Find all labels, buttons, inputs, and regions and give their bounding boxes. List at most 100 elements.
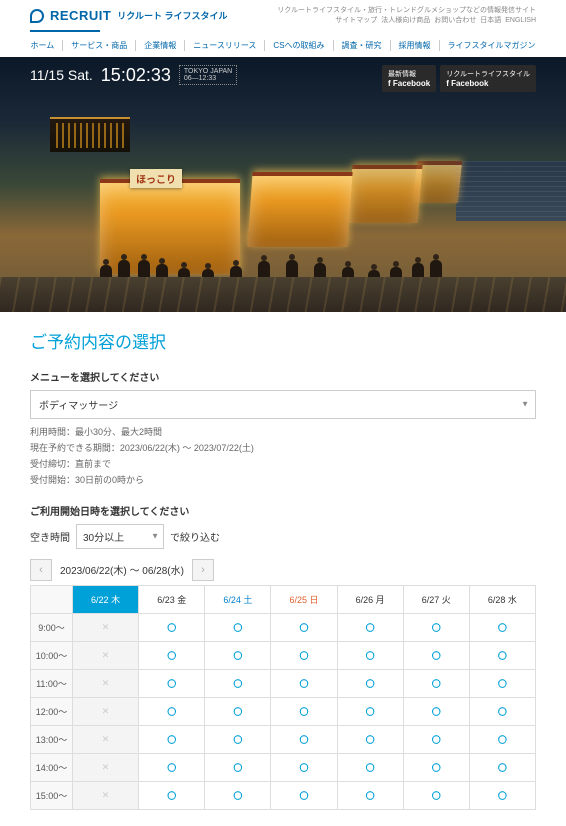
slot-available[interactable]: 〇 [271, 725, 337, 753]
slot-available[interactable]: 〇 [403, 725, 469, 753]
day-header[interactable]: 6/25 日 [271, 585, 337, 613]
nav-item[interactable]: サービス・商品 [63, 40, 136, 51]
slot-available[interactable]: 〇 [337, 669, 403, 697]
chevron-down-icon: ▼ [151, 532, 159, 541]
slot-available[interactable]: 〇 [403, 781, 469, 809]
slot-available[interactable]: 〇 [139, 669, 205, 697]
slot-unavailable: ✕ [73, 781, 139, 809]
nav-item[interactable]: 企業情報 [136, 40, 185, 51]
logo[interactable]: RECRUIT リクルート ライフスタイル [30, 8, 228, 23]
time-label: 11:00～ [31, 669, 73, 697]
utility-link[interactable]: 法人様向け商品 [381, 17, 430, 24]
date-range: 2023/06/22(木) ～ 06/28(水) [56, 562, 188, 577]
prev-week-button[interactable]: ‹ [30, 559, 52, 581]
slot-available[interactable]: 〇 [403, 669, 469, 697]
recruit-logo-icon [30, 9, 44, 23]
slot-available[interactable]: 〇 [205, 697, 271, 725]
nav-item[interactable]: 採用情報 [391, 40, 440, 51]
time-label: 12:00～ [31, 697, 73, 725]
hero-time: 15:02:33 [101, 65, 171, 86]
info-line: 利用時間：最小30分、最大2時間 [30, 425, 536, 438]
info-line: 現在予約できる期間：2023/06/22(木) ～ 2023/07/22(土) [30, 441, 536, 454]
hero-location: TOKYO JAPAN06—12:33 [179, 65, 237, 85]
info-line: 受付締切：直前まで [30, 457, 536, 470]
hero-clock: 11/15 Sat. 15:02:33 TOKYO JAPAN06—12:33 [30, 65, 237, 86]
filter-label: 空き時間 [30, 529, 70, 544]
top-bar: RECRUIT リクルート ライフスタイル リクルートライフスタイル・旅行・トレ… [0, 0, 566, 30]
facebook-badge-2[interactable]: リクルートライフスタイルf Facebook [440, 65, 536, 92]
slot-available[interactable]: 〇 [139, 781, 205, 809]
duration-value: 30分以上 [83, 533, 124, 544]
slot-available[interactable]: 〇 [469, 613, 535, 641]
slot-available[interactable]: 〇 [205, 781, 271, 809]
slot-available[interactable]: 〇 [469, 725, 535, 753]
slot-available[interactable]: 〇 [337, 613, 403, 641]
facebook-badge-1[interactable]: 最新情報f Facebook [382, 65, 436, 92]
slot-available[interactable]: 〇 [205, 641, 271, 669]
slot-available[interactable]: 〇 [139, 753, 205, 781]
nav-item[interactable]: ホーム [22, 40, 63, 51]
slot-available[interactable]: 〇 [139, 697, 205, 725]
day-header[interactable]: 6/24 土 [205, 585, 271, 613]
slot-available[interactable]: 〇 [271, 669, 337, 697]
slot-available[interactable]: 〇 [337, 781, 403, 809]
slot-available[interactable]: 〇 [403, 641, 469, 669]
utility-link[interactable]: 日本語 [480, 17, 501, 24]
slot-available[interactable]: 〇 [271, 753, 337, 781]
slot-available[interactable]: 〇 [139, 641, 205, 669]
slot-available[interactable]: 〇 [403, 697, 469, 725]
slot-available[interactable]: 〇 [271, 781, 337, 809]
slot-available[interactable]: 〇 [337, 641, 403, 669]
page-title: ご予約内容の選択 [30, 328, 536, 353]
utility-link[interactable]: お問い合わせ [434, 17, 476, 24]
slot-unavailable: ✕ [73, 669, 139, 697]
slot-available[interactable]: 〇 [139, 725, 205, 753]
nav-item[interactable]: ライフスタイルマガジン [440, 40, 544, 51]
slot-available[interactable]: 〇 [205, 669, 271, 697]
hero-date: 11/15 Sat. [30, 67, 93, 83]
slot-unavailable: ✕ [73, 753, 139, 781]
slot-available[interactable]: 〇 [403, 613, 469, 641]
utility-link[interactable]: ENGLISH [505, 17, 536, 24]
slot-available[interactable]: 〇 [469, 753, 535, 781]
slot-unavailable: ✕ [73, 697, 139, 725]
slot-available[interactable]: 〇 [337, 753, 403, 781]
logo-text: RECRUIT [50, 8, 111, 23]
slot-available[interactable]: 〇 [271, 613, 337, 641]
slot-available[interactable]: 〇 [337, 725, 403, 753]
slot-available[interactable]: 〇 [205, 613, 271, 641]
time-label: 15:00～ [31, 781, 73, 809]
day-header[interactable]: 6/22 木 [73, 585, 139, 613]
nav-item[interactable]: ニュースリリース [185, 40, 265, 51]
filter-suffix: で絞り込む [170, 529, 220, 544]
slot-unavailable: ✕ [73, 641, 139, 669]
day-header[interactable]: 6/23 金 [139, 585, 205, 613]
slot-available[interactable]: 〇 [469, 697, 535, 725]
slot-available[interactable]: 〇 [271, 697, 337, 725]
day-header[interactable]: 6/26 月 [337, 585, 403, 613]
time-filter: 空き時間 30分以上 ▼ で絞り込む [30, 524, 536, 549]
availability-table: 6/22 木6/23 金6/24 土6/25 日6/26 月6/27 火6/28… [30, 585, 536, 810]
slot-available[interactable]: 〇 [469, 641, 535, 669]
day-header[interactable]: 6/28 水 [469, 585, 535, 613]
slot-available[interactable]: 〇 [205, 753, 271, 781]
slot-available[interactable]: 〇 [469, 781, 535, 809]
hero-scene: ほっこり [0, 117, 566, 312]
slot-available[interactable]: 〇 [205, 725, 271, 753]
nav-item[interactable]: CSへの取組み [265, 40, 333, 51]
duration-select[interactable]: 30分以上 ▼ [76, 524, 164, 549]
menu-select[interactable]: ボディマッサージ ▼ [30, 390, 536, 419]
utility-link[interactable]: サイトマップ [335, 17, 377, 24]
slot-available[interactable]: 〇 [403, 753, 469, 781]
main-nav: ホームサービス・商品企業情報ニュースリリースCSへの取組み調査・研究採用情報ライ… [0, 32, 566, 57]
slot-unavailable: ✕ [73, 613, 139, 641]
day-header[interactable]: 6/27 火 [403, 585, 469, 613]
slot-available[interactable]: 〇 [337, 697, 403, 725]
slot-available[interactable]: 〇 [469, 669, 535, 697]
datetime-label: ご利用開始日時を選択してください [30, 503, 536, 518]
next-week-button[interactable]: › [192, 559, 214, 581]
time-label: 10:00～ [31, 641, 73, 669]
slot-available[interactable]: 〇 [139, 613, 205, 641]
nav-item[interactable]: 調査・研究 [334, 40, 391, 51]
slot-available[interactable]: 〇 [271, 641, 337, 669]
